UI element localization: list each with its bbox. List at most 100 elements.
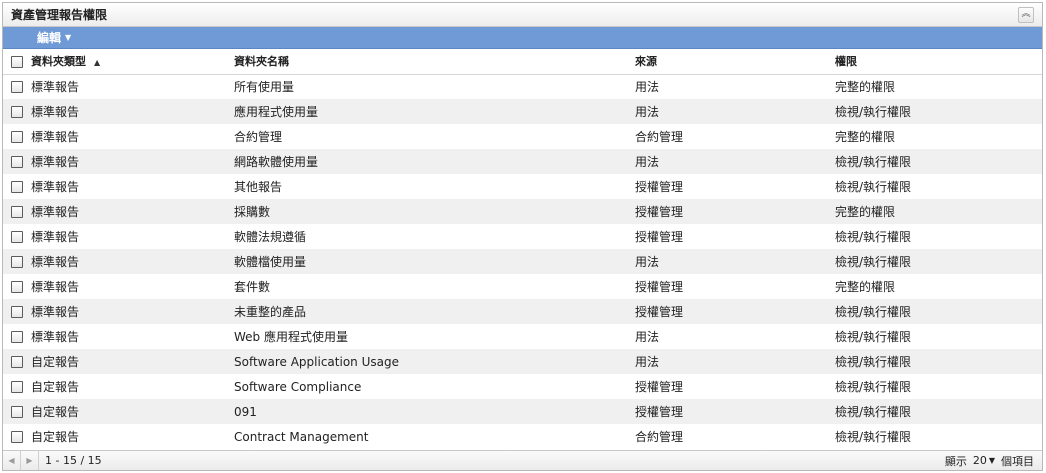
cell-folder-type: 標準報告: [31, 230, 80, 244]
page-size-value: 20: [972, 454, 987, 467]
cell-folder-type: 自定報告: [31, 380, 80, 394]
select-all-checkbox[interactable]: [11, 55, 23, 68]
table-row[interactable]: 標準報告 Web 應用程式使用量 用法 檢視/執行權限: [3, 324, 1042, 349]
cell-permission: 完整的權限: [835, 280, 896, 294]
cell-source: 授權管理: [635, 280, 684, 294]
row-checkbox[interactable]: [11, 256, 23, 268]
cell-permission: 檢視/執行權限: [835, 230, 912, 244]
row-checkbox[interactable]: [11, 281, 23, 293]
cell-folder-name: 091: [234, 404, 257, 419]
row-checkbox[interactable]: [11, 81, 23, 94]
page-size-select[interactable]: 20 ▼: [973, 454, 995, 467]
table-row[interactable]: 標準報告 軟體檔使用量 用法 檢視/執行權限: [3, 249, 1042, 274]
row-checkbox-cell[interactable]: [3, 424, 31, 449]
row-checkbox[interactable]: [11, 181, 23, 193]
cell-permission: 檢視/執行權限: [835, 380, 912, 394]
cell-folder-name: 應用程式使用量: [234, 105, 319, 119]
table-row[interactable]: 自定報告 Software Application Usage 用法 檢視/執行權限: [3, 349, 1042, 374]
cell-folder-type: 標準報告: [31, 255, 80, 269]
folders-table: 資料夾類型 ▲ 資料夾名稱 來源 權限 標準報告 所有使用量 用法 完整的權限 標準報告應…: [3, 49, 1042, 449]
row-checkbox[interactable]: [11, 331, 23, 343]
row-checkbox-cell[interactable]: [3, 149, 31, 174]
cell-permission: 完整的權限: [835, 80, 896, 95]
row-checkbox-cell[interactable]: [3, 224, 31, 249]
table-row[interactable]: 標準報告 未重整的產品 授權管理 檢視/執行權限: [3, 299, 1042, 324]
row-checkbox-cell[interactable]: [3, 374, 31, 399]
cell-folder-name: Web 應用程式使用量: [234, 330, 348, 344]
row-checkbox[interactable]: [11, 156, 23, 168]
show-label: 顯示: [944, 454, 967, 468]
chevron-down-icon: ▼: [988, 456, 995, 465]
cell-source: 授權管理: [635, 380, 684, 394]
table-row[interactable]: 標準報告 應用程式使用量 用法 檢視/執行權限: [3, 99, 1042, 124]
table-row[interactable]: 標準報告 軟體法規遵循 授權管理 檢視/執行權限: [3, 224, 1042, 249]
row-checkbox-cell[interactable]: [3, 199, 31, 224]
row-checkbox-cell[interactable]: [3, 74, 31, 99]
header-source[interactable]: 來源: [635, 49, 835, 74]
cell-folder-type: 標準報告: [31, 280, 80, 294]
table-row[interactable]: 標準報告 其他報告 授權管理 檢視/執行權限: [3, 174, 1042, 199]
header-select-all[interactable]: [3, 49, 31, 74]
row-checkbox[interactable]: [11, 356, 23, 368]
row-checkbox[interactable]: [11, 406, 23, 418]
row-checkbox-cell[interactable]: [3, 99, 31, 124]
next-page-icon[interactable]: ▶: [21, 451, 39, 470]
row-checkbox-cell[interactable]: [3, 399, 31, 424]
row-checkbox[interactable]: [11, 381, 23, 393]
row-checkbox-cell[interactable]: [3, 274, 31, 299]
table-row[interactable]: 標準報告 套件數 授權管理 完整的權限: [3, 274, 1042, 299]
table-row[interactable]: 自定報告 Contract Management 合約管理 檢視/執行權限: [3, 424, 1042, 449]
previous-page-icon[interactable]: ◀: [3, 451, 21, 470]
row-checkbox[interactable]: [11, 206, 23, 218]
table-row[interactable]: 標準報告 合約管理 合約管理 完整的權限: [3, 124, 1042, 149]
cell-source: 用法: [635, 330, 660, 344]
row-checkbox[interactable]: [11, 106, 23, 118]
cell-source: 授權管理: [635, 230, 684, 244]
row-checkbox[interactable]: [11, 231, 23, 243]
toolbar: 編輯 ▼: [3, 27, 1042, 49]
table-row[interactable]: 標準報告 採購數 授權管理 完整的權限: [3, 199, 1042, 224]
double-chevron-up-icon[interactable]: ︽: [1018, 6, 1034, 23]
table-row[interactable]: 自定報告 091 授權管理 檢視/執行權限: [3, 399, 1042, 424]
cell-folder-type: 標準報告: [31, 105, 80, 119]
row-checkbox-cell[interactable]: [3, 349, 31, 374]
cell-permission: 檢視/執行權限: [835, 180, 912, 194]
cell-folder-type: 標準報告: [31, 205, 80, 219]
cell-folder-name: Software Compliance: [234, 379, 362, 394]
sort-ascending-icon: ▲: [94, 58, 101, 68]
table-row[interactable]: 標準報告 網路軟體使用量 用法 檢視/執行權限: [3, 149, 1042, 174]
header-folder-type[interactable]: 資料夾類型 ▲: [31, 49, 234, 74]
items-label: 個項目: [1001, 454, 1034, 468]
panel-header: 資產管理報告權限 ︽: [3, 3, 1042, 27]
cell-folder-name: 所有使用量: [234, 80, 295, 95]
chevron-down-icon: ▼: [65, 33, 72, 42]
header-folder-name[interactable]: 資料夾名稱: [234, 49, 635, 74]
cell-permission: 檢視/執行權限: [835, 355, 912, 369]
table-row[interactable]: 自定報告 Software Compliance 授權管理 檢視/執行權限: [3, 374, 1042, 399]
cell-permission: 檢視/執行權限: [835, 255, 912, 269]
row-checkbox-cell[interactable]: [3, 324, 31, 349]
cell-source: 合約管理: [635, 430, 684, 444]
table-row[interactable]: 標準報告 所有使用量 用法 完整的權限: [3, 74, 1042, 99]
row-checkbox[interactable]: [11, 131, 23, 143]
result-range: 1 - 15 / 15: [45, 454, 102, 467]
cell-permission: 檢視/執行權限: [835, 155, 912, 169]
page-size-control: 顯示 20 ▼ 個項目: [945, 453, 1042, 469]
cell-folder-type: 標準報告: [31, 130, 80, 144]
row-checkbox-cell[interactable]: [3, 124, 31, 149]
cell-folder-type: 標準報告: [31, 155, 80, 169]
cell-folder-name: 軟體檔使用量: [234, 255, 307, 269]
row-checkbox-cell[interactable]: [3, 249, 31, 274]
row-checkbox-cell[interactable]: [3, 299, 31, 324]
cell-source: 用法: [635, 155, 660, 169]
edit-menu-button[interactable]: 編輯 ▼: [37, 29, 71, 46]
header-permission[interactable]: 權限: [835, 49, 1042, 74]
cell-source: 授權管理: [635, 405, 684, 419]
row-checkbox[interactable]: [11, 431, 23, 443]
table-header-row: 資料夾類型 ▲ 資料夾名稱 來源 權限: [3, 49, 1042, 74]
row-checkbox[interactable]: [11, 306, 23, 318]
header-folder-type-label: 資料夾類型: [31, 55, 86, 69]
row-checkbox-cell[interactable]: [3, 174, 31, 199]
cell-folder-type: 自定報告: [31, 430, 80, 444]
cell-permission: 檢視/執行權限: [835, 305, 912, 319]
